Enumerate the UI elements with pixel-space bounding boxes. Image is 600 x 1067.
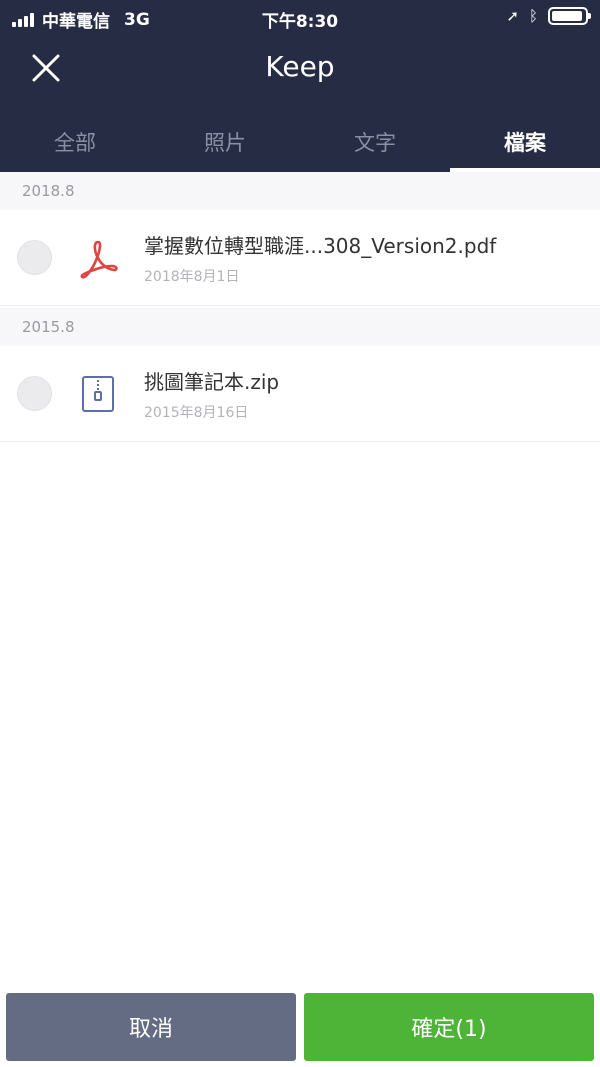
location-arrow-icon: ➚ [506,7,519,25]
battery-icon [548,7,591,25]
keep-file-picker-screen: 中華電信 3G 下午8:30 ➚ ᛒ Keep 全部 照片 文字 檔案 2018… [0,0,600,1067]
file-name: 掌握數位轉型職涯...308_Version2.pdf [144,234,497,258]
tab-files[interactable]: 檔案 [450,112,600,172]
tab-photos[interactable]: 照片 [150,112,300,172]
cancel-button[interactable]: 取消 [6,993,296,1061]
section-header-2018-8: 2018.8 [0,172,600,210]
tab-all[interactable]: 全部 [0,112,150,172]
header: 中華電信 3G 下午8:30 ➚ ᛒ Keep 全部 照片 文字 檔案 [0,0,600,172]
tab-bar: 全部 照片 文字 檔案 [0,112,600,172]
section-header-2015-8: 2015.8 [0,308,600,346]
select-radio[interactable] [17,240,52,275]
file-row-zip[interactable]: 挑圖筆記本.zip 2015年8月16日 [0,346,600,442]
select-radio[interactable] [17,376,52,411]
pdf-icon [80,240,118,279]
file-date: 2015年8月16日 [144,405,249,421]
file-name: 挑圖筆記本.zip [144,370,280,394]
battery-level [552,11,583,21]
file-date: 2018年8月1日 [144,269,240,285]
bluetooth-icon: ᛒ [528,7,538,25]
confirm-button[interactable]: 確定(1) [304,993,594,1061]
status-bar: 中華電信 3G 下午8:30 ➚ ᛒ [0,0,600,36]
zip-icon [82,376,114,412]
status-right: ➚ ᛒ [506,7,591,25]
page-title: Keep [265,50,335,83]
file-row-pdf[interactable]: 掌握數位轉型職涯...308_Version2.pdf 2018年8月1日 [0,210,600,306]
tab-text[interactable]: 文字 [300,112,450,172]
